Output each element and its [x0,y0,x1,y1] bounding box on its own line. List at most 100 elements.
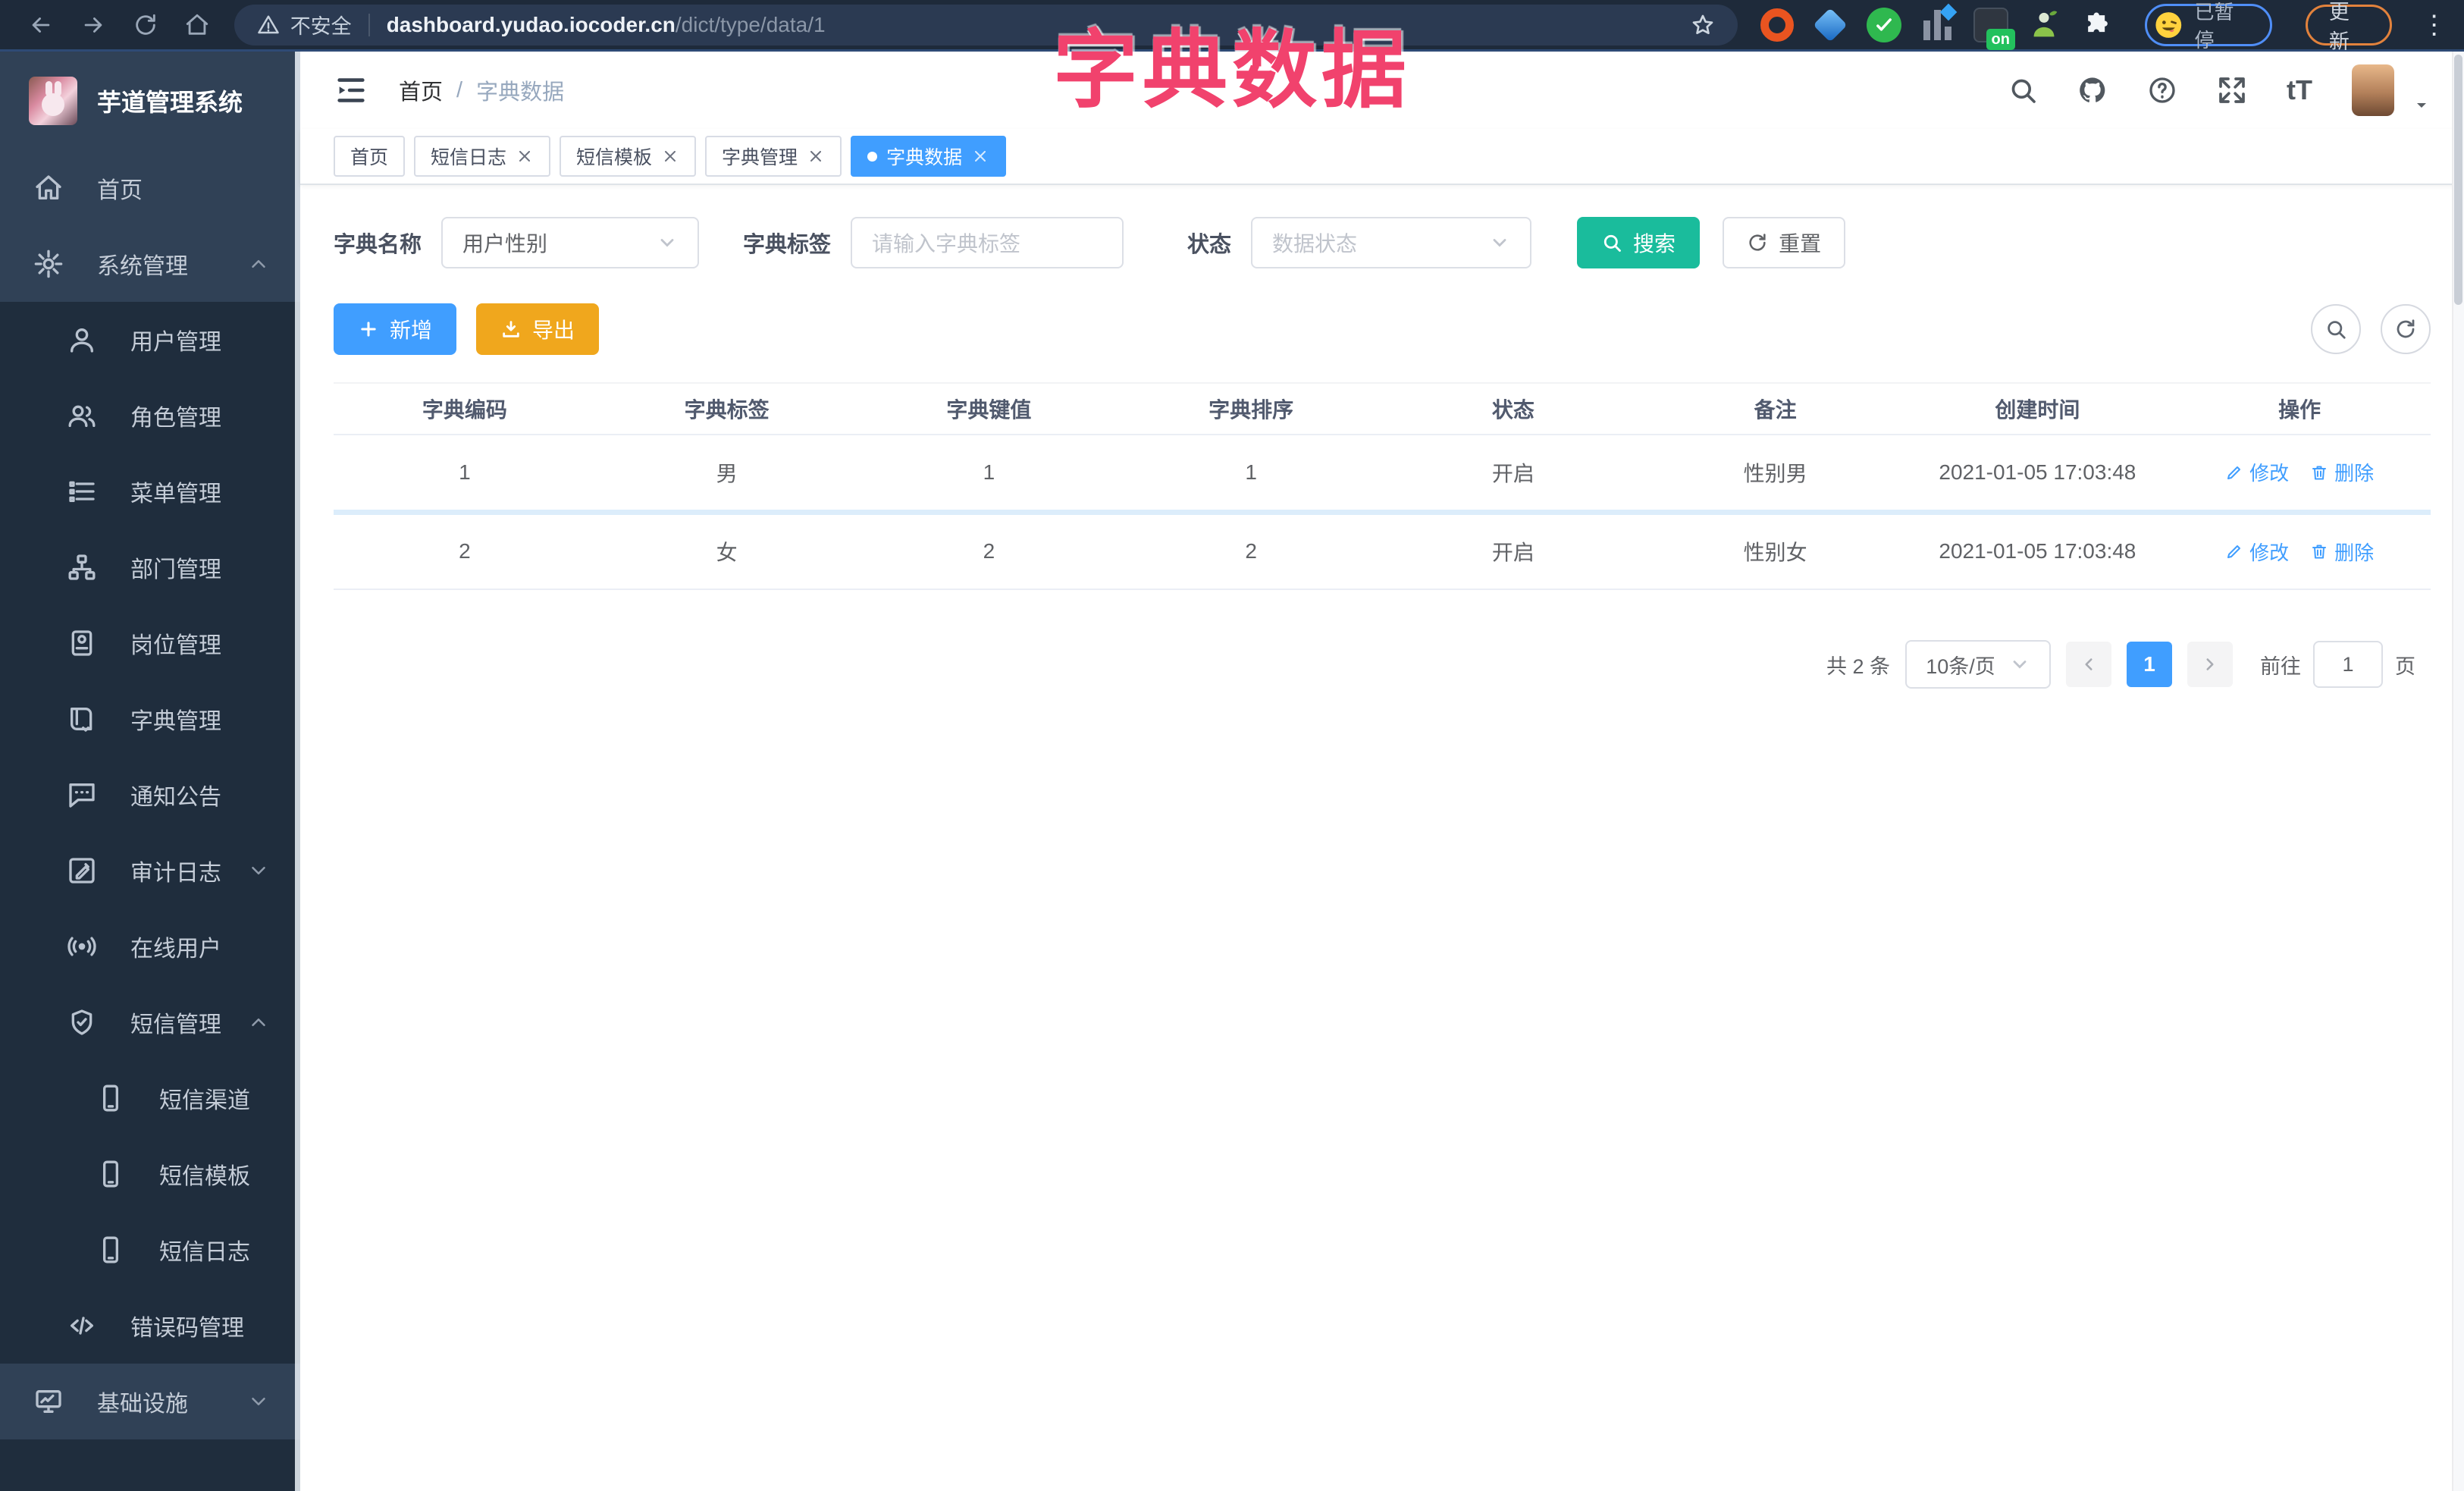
prev-page-button[interactable] [2066,642,2111,687]
browser-forward-button[interactable] [67,0,120,51]
export-button[interactable]: 导出 [476,303,600,355]
browser-menu-icon[interactable]: ⋮ [2419,10,2449,40]
browser-home-button[interactable] [171,0,224,51]
dict-label-input[interactable]: 请输入字典标签 [851,217,1124,268]
page-size-select[interactable]: 10条/页 [1905,640,2051,689]
delete-link[interactable]: 删除 [2310,458,2374,486]
sidebar-item-online-1-8[interactable]: 在线用户 [0,909,300,984]
sidebar-section: 基础设施 [0,1364,300,1439]
chevron-up-icon [247,1011,270,1034]
sidebar-item-book-1-5[interactable]: 字典管理 [0,681,300,757]
sidebar-item-code-1-13[interactable]: 错误码管理 [0,1288,300,1364]
table-cell: 女 [595,512,858,590]
sidebar-item-label: 首页 [97,178,143,203]
paused-label: 已暂停 [2194,0,2234,52]
fullscreen-icon[interactable] [2217,75,2247,105]
monitor-icon [33,1386,64,1417]
github-icon[interactable] [2077,75,2108,105]
sidebar-item-shield-1-9[interactable]: 短信管理 [0,984,300,1060]
sidebar-item-phone-1-10[interactable]: 短信渠道 [0,1060,300,1136]
tab-短信模板[interactable]: 短信模板 [560,136,697,177]
tab-字典管理[interactable]: 字典管理 [705,136,842,177]
search-button[interactable]: 搜索 [1577,217,1701,268]
search-icon[interactable] [2008,75,2038,105]
sidebar-item-label: 用户管理 [130,330,221,355]
scrollbar-thumb[interactable] [2454,55,2462,305]
reload-icon [133,12,158,38]
extension-bars-icon[interactable] [1919,3,1957,44]
avatar-caret-down-icon[interactable] [2412,96,2431,115]
sidebar-item-monitor-2-0[interactable]: 基础设施 [0,1364,300,1439]
edit-link[interactable]: 修改 [2225,538,2289,566]
browser-update-button[interactable]: 更新 [2305,1,2393,53]
sidebar-item-phone-1-12[interactable]: 短信日志 [0,1212,300,1288]
sidebar-logo[interactable]: 芋道管理系统 [0,52,300,150]
delete-link[interactable]: 删除 [2310,538,2374,566]
dict-name-select[interactable]: 用户性别 [441,217,700,268]
profile-paused-chip[interactable]: 已暂停 [2144,1,2272,52]
close-icon[interactable] [971,147,989,165]
extension-check-icon[interactable] [1866,6,1902,44]
browser-reload-button[interactable] [119,0,171,51]
sidebar-fold-icon[interactable] [334,73,368,108]
browser-back-button[interactable] [15,0,67,51]
sidebar-item-list-1-2[interactable]: 菜单管理 [0,454,300,529]
sidebar-item-gear-0-1[interactable]: 系统管理 [0,226,300,302]
table-cell: 男 [595,435,858,515]
close-icon[interactable] [661,147,679,165]
table-cell: 2 [1120,512,1382,590]
sidebar-item-editlog-1-7[interactable]: 审计日志 [0,833,300,909]
extension-orange-icon[interactable] [1759,6,1795,44]
table-cell: 1 [334,435,596,515]
overlay-annotation-title: 字典数据 [1053,23,1411,118]
sidebar-item-badge-1-4[interactable]: 岗位管理 [0,605,300,681]
add-button[interactable]: 新增 [334,303,457,355]
url-path[interactable]: /dict/type/data/1 [676,13,826,37]
user-avatar[interactable] [2352,64,2394,116]
status-select[interactable]: 数据状态 [1251,217,1532,268]
sidebar-item-user-1-0[interactable]: 用户管理 [0,302,300,378]
extensions-puzzle-icon[interactable] [2079,6,2115,44]
online-icon [67,931,97,962]
page-number-button[interactable]: 1 [2127,642,2172,687]
close-icon[interactable] [516,147,534,165]
goto-page-input[interactable]: 1 [2313,641,2383,688]
help-icon[interactable] [2147,75,2177,105]
extension-onoff-icon[interactable]: on [1973,6,2015,50]
table-cell: 2 [857,512,1121,590]
extension-person-icon[interactable] [2026,6,2062,44]
sidebar-item-tree-1-3[interactable]: 部门管理 [0,529,300,605]
edit-link[interactable]: 修改 [2225,458,2289,486]
shield-icon [67,1007,97,1037]
page-scrollbar[interactable] [2452,52,2464,1491]
table-row[interactable]: 1 男 1 1 开启 性别男 2021-01-05 17:03:48 修改 删除 [334,435,2431,515]
sidebar-item-label: 系统管理 [97,254,188,279]
tab-短信日志[interactable]: 短信日志 [414,136,551,177]
table-row[interactable]: 2 女 2 2 开启 性别女 2021-01-05 17:03:48 修改 删除 [334,512,2431,590]
bookmark-star-icon[interactable] [1691,13,1715,37]
magnifier-icon [1601,232,1622,253]
sidebar-item-users-1-1[interactable]: 角色管理 [0,378,300,454]
extension-gem-icon[interactable] [1812,6,1848,44]
next-page-button[interactable] [2187,642,2233,687]
address-bar[interactable]: 不安全 dashboard.yudao.iocoder.cn /dict/typ… [234,4,1738,46]
security-label[interactable]: 不安全 [290,10,352,39]
reset-button-label: 重置 [1779,232,1822,256]
reset-button[interactable]: 重置 [1723,217,1846,268]
url-host[interactable]: dashboard.yudao.iocoder.cn [387,13,676,37]
tab-字典数据[interactable]: 字典数据 [851,136,1007,177]
toggle-search-button[interactable] [2311,304,2361,354]
sidebar-item-chat-1-6[interactable]: 通知公告 [0,757,300,833]
tab-首页[interactable]: 首页 [334,136,406,177]
logo-title: 芋道管理系统 [97,89,243,116]
breadcrumb-home[interactable]: 首页 [399,74,443,106]
text-size-icon[interactable]: tT [2287,74,2312,106]
table-cell: 2 [334,512,596,590]
close-icon[interactable] [807,147,825,165]
sidebar-item-home-0-0[interactable]: 首页 [0,150,300,226]
sidebar-section: 用户管理角色管理 菜单管理 部门管理 岗位管理 字典管理 通知公告 审计日志 在线用户 短信管理… [0,302,300,1364]
sidebar-scrollbar[interactable] [295,52,300,1491]
refresh-table-button[interactable] [2381,304,2431,354]
user-icon [67,325,97,355]
sidebar-item-phone-1-11[interactable]: 短信模板 [0,1136,300,1212]
